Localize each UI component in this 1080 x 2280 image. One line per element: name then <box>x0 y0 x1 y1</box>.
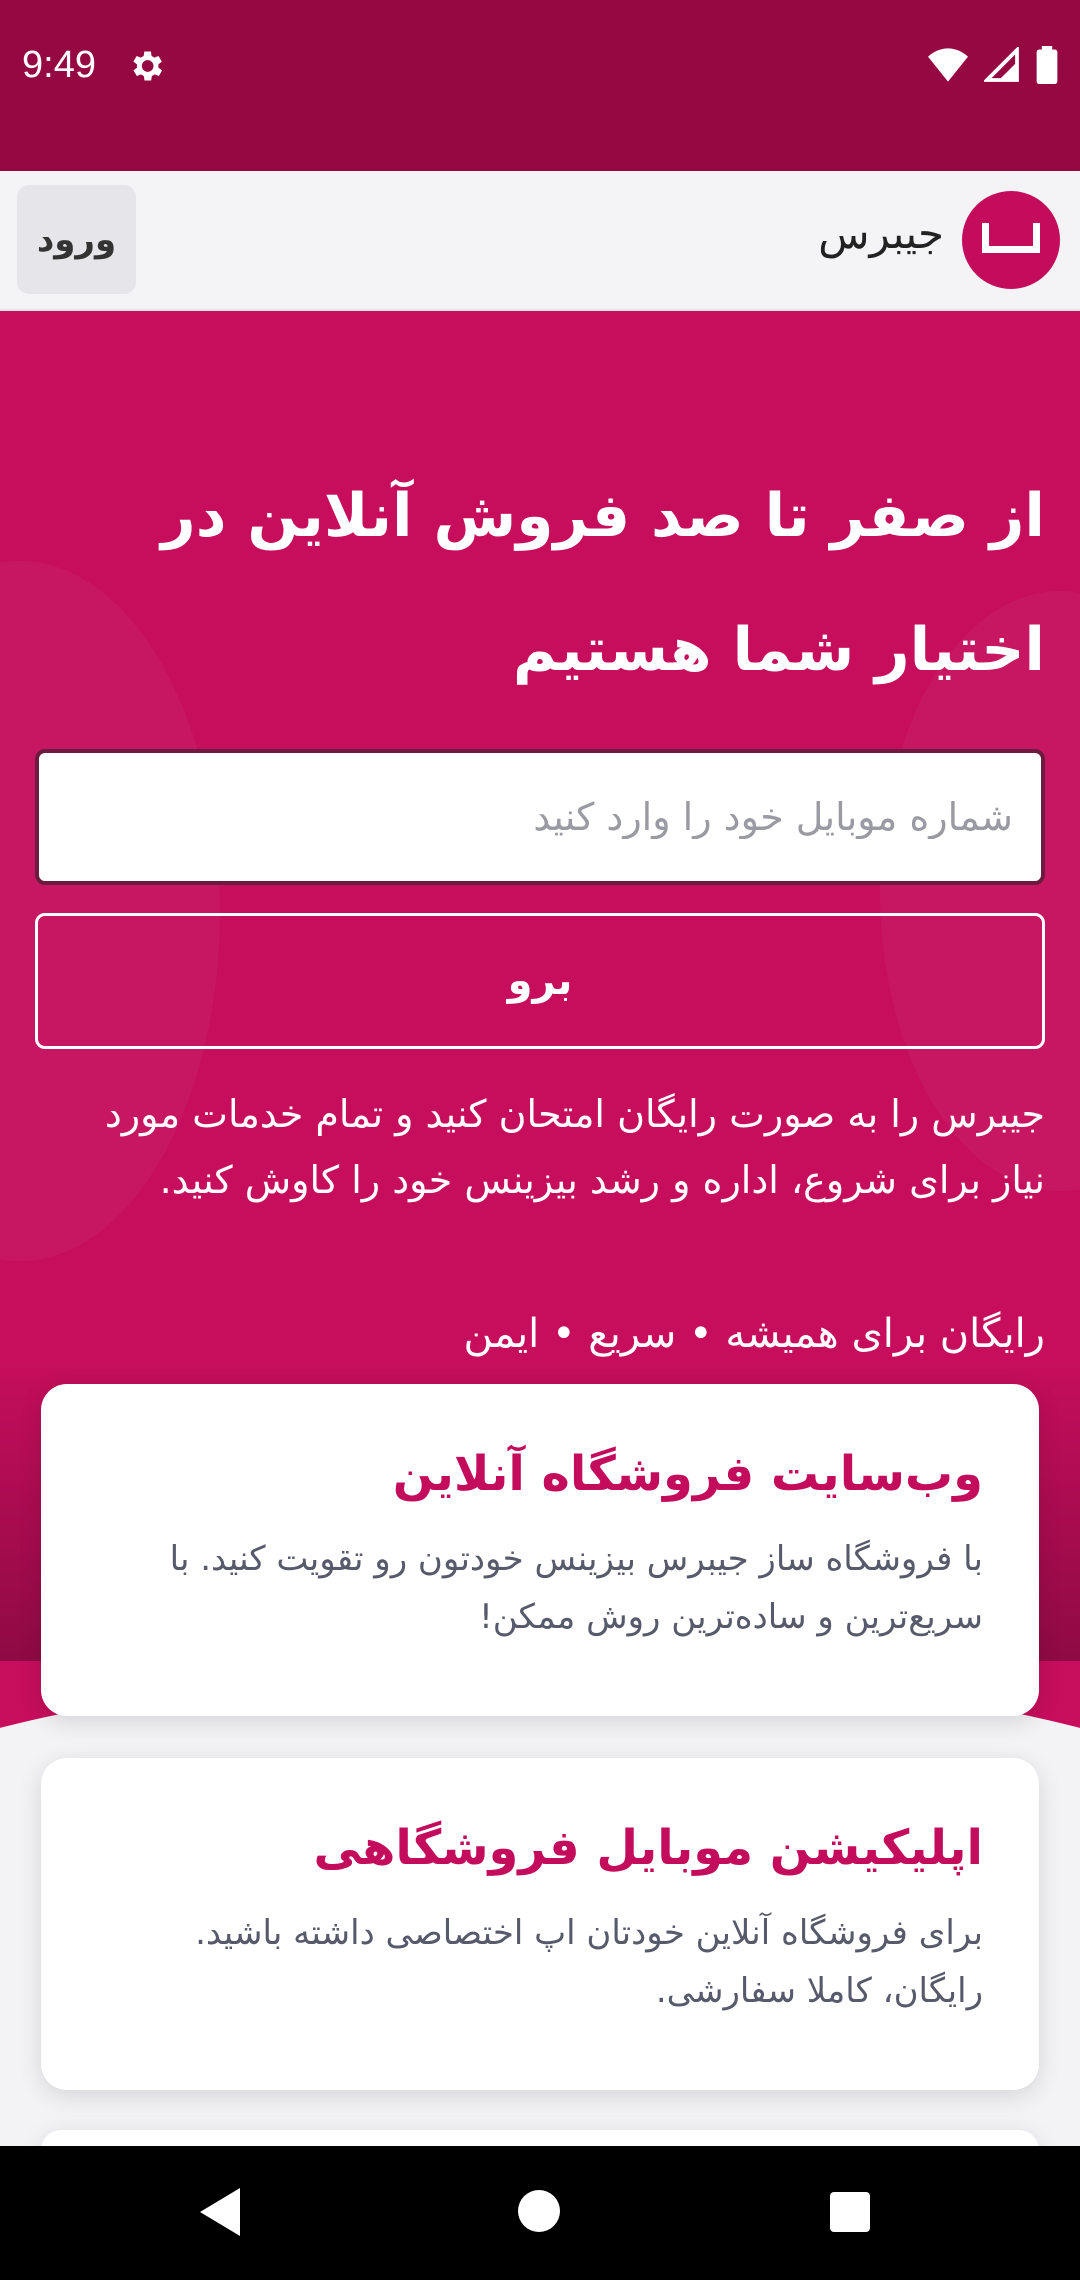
recent-apps-icon[interactable] <box>830 2192 870 2232</box>
brand-name[interactable]: جیبرس <box>818 209 944 258</box>
feature-card-online-store[interactable]: وب‌سایت فروشگاه آنلاین با فروشگاه ساز جی… <box>41 1384 1039 1716</box>
hero-title: از صفر تا صد فروش آنلاین در اختیار شما ه… <box>161 481 1045 685</box>
logo-mark <box>982 223 1040 253</box>
card-description: برای فروشگاه آنلاین خودتان اپ اختصاصی دا… <box>195 1913 983 2011</box>
system-navigation-bar <box>0 2146 1080 2280</box>
card-description: با فروشگاه ساز جیبرس بیزینس خودتون رو تق… <box>169 1539 983 1637</box>
feature-card-mobile-app[interactable]: اپلیکیشن موبایل فروشگاهی برای فروشگاه آن… <box>41 1758 1039 2090</box>
hero-description: جیبرس را به صورت رایگان امتحان کنید و تم… <box>104 1092 1045 1202</box>
battery-icon <box>1036 46 1058 84</box>
go-button[interactable]: برو <box>35 913 1045 1049</box>
login-button[interactable]: ورود <box>17 185 136 294</box>
phone-number-input[interactable] <box>35 749 1045 885</box>
status-bar: 9:49 <box>0 0 1080 171</box>
app-header: جیبرس ورود <box>0 171 1080 311</box>
settings-gear-icon <box>133 51 163 81</box>
status-time: 9:49 <box>22 44 96 86</box>
brand-logo-icon[interactable] <box>962 191 1060 289</box>
cellular-signal-icon <box>984 47 1019 82</box>
hero-tagline: رایگان برای همیشه • سریع • ایمن <box>463 1311 1045 1357</box>
wifi-icon <box>928 48 968 82</box>
home-icon[interactable] <box>518 2190 560 2232</box>
card-title: وب‌سایت فروشگاه آنلاین <box>392 1446 983 1502</box>
back-icon[interactable] <box>200 2188 240 2236</box>
card-title: اپلیکیشن موبایل فروشگاهی <box>313 1820 983 1876</box>
